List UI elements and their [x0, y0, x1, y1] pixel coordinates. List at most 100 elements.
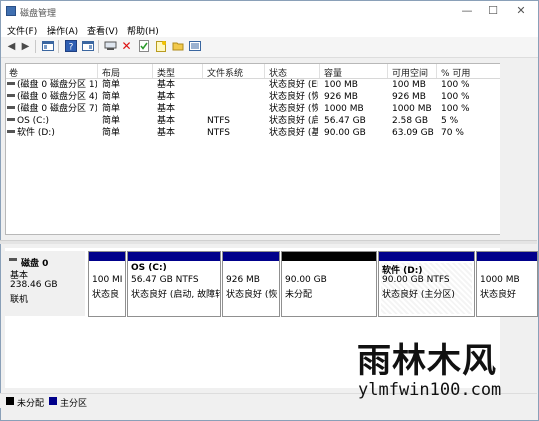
properties-icon[interactable]: [81, 40, 94, 53]
back-icon[interactable]: ◀: [5, 40, 18, 53]
volume-free-space: 926 MB: [392, 92, 426, 102]
list-icon[interactable]: [188, 40, 201, 53]
volume-capacity: 90.00 GB: [324, 128, 366, 138]
console-tree-icon[interactable]: [41, 40, 54, 53]
column-divider[interactable]: [97, 64, 98, 78]
column-header-capacity[interactable]: 容量: [324, 66, 342, 79]
volume-free-space: 1000 MB: [392, 104, 432, 114]
volume-type: 基本: [157, 92, 176, 102]
open-icon[interactable]: [171, 40, 184, 53]
partition-software-d[interactable]: 软件 (D:) 90.00 GB NTFS 状态良好 (主分区): [378, 251, 475, 317]
volume-filesystem: NTFS: [207, 128, 230, 138]
volume-layout: 简单: [102, 116, 121, 126]
volume-type: 基本: [157, 116, 176, 126]
volume-filesystem: NTFS: [207, 116, 230, 126]
toolbar-separator: [58, 40, 59, 53]
volume-percent-free: 100 %: [441, 92, 470, 102]
check-icon[interactable]: [137, 40, 150, 53]
legend-label-primary: 主分区: [60, 399, 88, 409]
volume-row[interactable]: (磁盘 0 磁盘分区 7) 简单 基本 状态良好 (恢复分区) 1000 MB …: [6, 103, 501, 115]
volume-free-space: 63.09 GB: [392, 128, 434, 138]
volume-list-scrollbar[interactable]: [500, 63, 511, 235]
volume-layout: 简单: [102, 128, 121, 138]
volume-percent-free: 70 %: [441, 128, 464, 138]
column-header-free-space[interactable]: 可用空间: [392, 66, 428, 79]
new-icon[interactable]: [154, 40, 167, 53]
column-divider[interactable]: [202, 64, 203, 78]
disk-management-icon: [6, 6, 16, 16]
partition-os-c[interactable]: OS (C:) 56.47 GB NTFS 状态良好 (启动, 故障转: [127, 251, 221, 317]
connect-icon[interactable]: [104, 40, 117, 53]
menu-action[interactable]: 操作(A): [47, 24, 78, 37]
column-divider[interactable]: [152, 64, 153, 78]
help-icon[interactable]: ?: [64, 40, 77, 53]
column-header-percent-free[interactable]: % 可用: [441, 66, 470, 79]
volume-capacity: 100 MB: [324, 80, 358, 90]
legend-swatch-primary: [49, 397, 57, 405]
volume-row[interactable]: 软件 (D:) 简单 基本 NTFS 状态良好 (基本数据分区) 90.00 G…: [6, 127, 501, 139]
forward-icon[interactable]: ▶: [19, 40, 32, 53]
toolbar-separator: [98, 40, 99, 53]
column-divider[interactable]: [436, 64, 437, 78]
disk-size: 238.46 GB: [10, 280, 58, 290]
drive-icon: [7, 130, 15, 133]
partition-status: 未分配: [285, 290, 313, 300]
partition-size: 56.47 GB NTFS: [131, 275, 199, 285]
pane-splitter[interactable]: [0, 240, 537, 244]
volume-type: 基本: [157, 80, 176, 90]
volume-list-header: 卷 布局 类型 文件系统 状态 容量 可用空间 % 可用: [6, 64, 501, 79]
volume-free-space: 100 MB: [392, 80, 426, 90]
volume-name: OS (C:): [17, 116, 49, 126]
partition-status: 状态良好 (启动, 故障转: [131, 290, 221, 300]
volume-status: 状态良好 (EFI 系统分区): [269, 80, 318, 90]
partition-size: 90.00 GB: [285, 275, 327, 285]
column-header-type[interactable]: 类型: [157, 66, 175, 79]
volume-capacity: 56.47 GB: [324, 116, 366, 126]
volume-capacity: 926 MB: [324, 92, 358, 102]
maximize-button[interactable]: ☐: [482, 4, 504, 18]
column-divider[interactable]: [319, 64, 320, 78]
drive-icon: [7, 82, 15, 85]
column-divider[interactable]: [387, 64, 388, 78]
window-title: 磁盘管理: [20, 9, 57, 19]
partition-size: 1000 MB: [480, 275, 520, 285]
volume-status: 状态良好 (基本数据分区): [269, 128, 318, 138]
partition-title: OS (C:): [131, 263, 167, 273]
menu-file[interactable]: 文件(F): [7, 24, 37, 37]
volume-name: (磁盘 0 磁盘分区 7): [17, 104, 97, 114]
disk-status: 联机: [10, 295, 29, 305]
toolbar-separator: [35, 40, 36, 53]
minimize-button[interactable]: —: [456, 4, 478, 18]
close-button[interactable]: ✕: [510, 4, 532, 18]
partition-status: 状态良: [92, 290, 120, 300]
delete-icon[interactable]: ✕: [120, 40, 133, 53]
disk-icon: [9, 258, 17, 261]
menu-help[interactable]: 帮助(H): [127, 24, 159, 37]
partition-efi[interactable]: 100 MI 状态良: [88, 251, 126, 317]
menu-view[interactable]: 查看(V): [87, 24, 118, 37]
volume-percent-free: 5 %: [441, 116, 459, 126]
menu-bar: 文件(F) 操作(A) 查看(V) 帮助(H): [1, 22, 538, 37]
volume-list: 卷 布局 类型 文件系统 状态 容量 可用空间 % 可用 (磁盘 0 磁盘分区 …: [5, 63, 502, 235]
column-header-layout[interactable]: 布局: [102, 66, 120, 79]
column-header-filesystem[interactable]: 文件系统: [207, 66, 243, 79]
drive-icon: [7, 94, 15, 97]
toolbar: ◀ ▶ ? ✕: [1, 37, 538, 58]
volume-row[interactable]: OS (C:) 简单 基本 NTFS 状态良好 (启动, 故障转储, 基本数据分…: [6, 115, 501, 127]
disk-0-info[interactable]: 磁盘 0 基本 238.46 GB 联机: [5, 251, 85, 316]
column-header-status[interactable]: 状态: [269, 66, 287, 79]
column-header-volume[interactable]: 卷: [9, 66, 18, 79]
volume-row[interactable]: (磁盘 0 磁盘分区 1) 简单 基本 状态良好 (EFI 系统分区) 100 …: [6, 79, 501, 91]
partition-recovery-1[interactable]: 926 MB 状态良好 (恢: [222, 251, 280, 317]
volume-status: 状态良好 (恢复分区): [269, 92, 318, 102]
partition-recovery-2[interactable]: 1000 MB 状态良好: [476, 251, 538, 317]
partition-size: 100 MI: [92, 275, 123, 285]
volume-percent-free: 100 %: [441, 80, 470, 90]
partition-size: 926 MB: [226, 275, 260, 285]
partition-unallocated[interactable]: 90.00 GB 未分配: [281, 251, 377, 317]
legend-label-unallocated: 未分配: [17, 399, 45, 409]
title-bar: 磁盘管理 — ☐ ✕: [1, 1, 538, 22]
column-divider[interactable]: [264, 64, 265, 78]
legend-swatch-unallocated: [6, 397, 14, 405]
volume-row[interactable]: (磁盘 0 磁盘分区 4) 简单 基本 状态良好 (恢复分区) 926 MB 9…: [6, 91, 501, 103]
